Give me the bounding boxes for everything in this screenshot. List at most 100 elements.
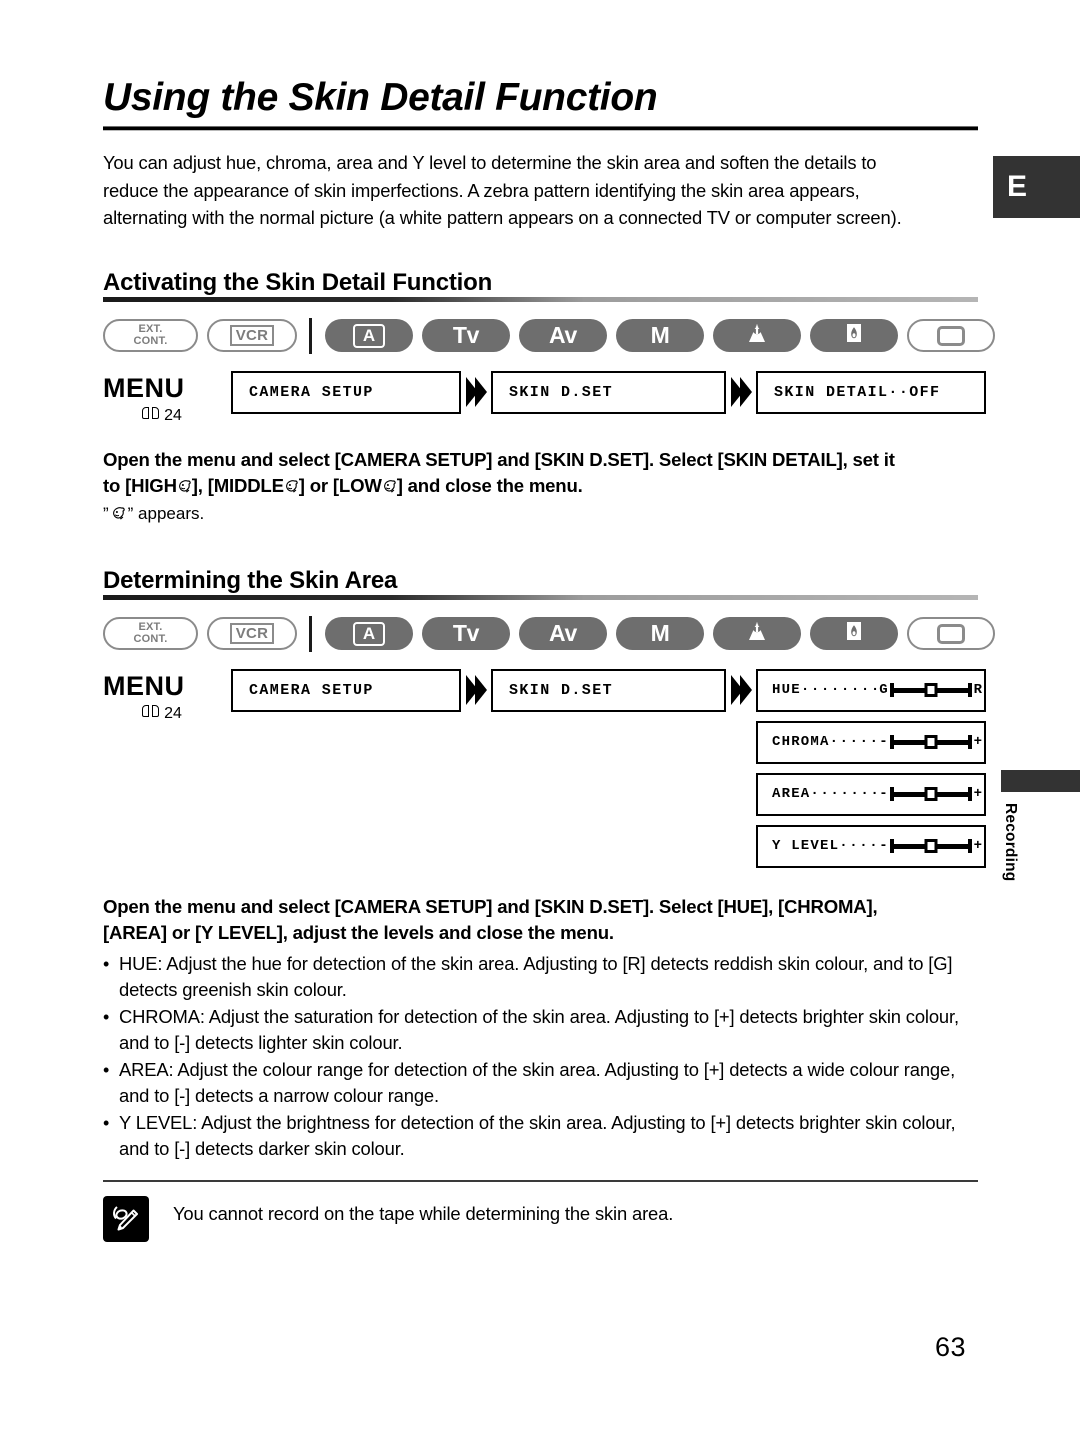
slider-knob[interactable]: [924, 683, 938, 698]
side-tab-recording: Recording: [1001, 770, 1080, 895]
section-2-heading: Determining the Skin Area: [103, 566, 398, 594]
mode-vcr[interactable]: VCR: [207, 319, 297, 353]
mode-tv-label: Tv: [452, 322, 480, 349]
list-item: • Y LEVEL: Adjust the brightness for det…: [103, 1109, 978, 1162]
slider-hue[interactable]: HUE ·········· G R: [756, 668, 986, 712]
mode-spotlight[interactable]: [713, 319, 801, 353]
mode-tv[interactable]: Tv: [422, 617, 510, 651]
slider-knob[interactable]: [924, 787, 938, 802]
mode-ext-cont-line2: CONT.: [133, 334, 168, 347]
menu-word-2: MENU: [103, 670, 185, 701]
bullet-marker: •: [103, 1112, 110, 1133]
slider-leader-dots: ·······: [829, 734, 878, 751]
slider-min-label: G: [879, 682, 888, 699]
manual-page: E Recording Using the Skin Detail Functi…: [0, 0, 1080, 1439]
menu-item-skin-dset-2[interactable]: SKIN D.SET: [491, 668, 726, 712]
appears-quote-open: ”: [103, 503, 109, 523]
mode-spotlight[interactable]: [713, 617, 801, 651]
slider-min-label: -: [879, 786, 888, 803]
menu-label-1: MENU 24: [103, 371, 231, 425]
menu-item-label: SKIN D.SET: [509, 681, 614, 699]
mode-manual-label: M: [650, 620, 670, 647]
mode-manual[interactable]: M: [616, 617, 704, 651]
mode-bar-1: EXT. CONT. VCR A Tv Av M: [103, 302, 995, 354]
mode-night[interactable]: [810, 617, 898, 651]
mode-card[interactable]: [907, 617, 995, 651]
menu-item-skin-dset-1[interactable]: SKIN D.SET: [491, 370, 726, 414]
mode-bar-2: EXT. CONT. VCR A Tv Av M: [103, 600, 995, 652]
intro-line-3: alternating with the normal picture (a w…: [103, 207, 902, 228]
mode-ext-cont-line2: CONT.: [133, 632, 168, 645]
slider-knob[interactable]: [924, 735, 938, 750]
menu-reference-1: 24: [103, 402, 231, 425]
mode-card[interactable]: [907, 319, 995, 353]
page-title: Using the Skin Detail Function: [103, 76, 658, 119]
appears-text: ” appears.: [127, 503, 205, 523]
slider-label: HUE: [772, 682, 801, 699]
mode-ext-cont[interactable]: EXT. CONT.: [103, 319, 198, 353]
mode-manual[interactable]: M: [616, 319, 704, 353]
menu-word-1: MENU: [103, 372, 185, 403]
menu-item-camera-setup-2[interactable]: CAMERA SETUP: [231, 668, 461, 712]
mode-bar-separator: [309, 615, 312, 652]
mode-ext-cont-line1: EXT.: [138, 323, 163, 336]
appears-note: ” ” appears.: [103, 499, 978, 524]
mode-tv-label: Tv: [452, 620, 480, 647]
mode-night[interactable]: [810, 319, 898, 353]
slider-y-level[interactable]: Y LEVEL ······ - +: [756, 824, 986, 868]
memo-pencil-icon: [103, 1195, 149, 1242]
bullet-marker: •: [103, 953, 110, 974]
mode-tv[interactable]: Tv: [422, 319, 510, 353]
mode-bar-separator: [309, 317, 312, 354]
flow-arrow-icon: [726, 371, 756, 414]
skin-parameter-list: HUE ·········· G R CHROMA ······· -: [756, 668, 986, 868]
menu-ref-page-2: 24: [164, 704, 182, 722]
flow-arrow-icon: [461, 371, 491, 414]
slider-knob[interactable]: [924, 839, 938, 854]
mode-av-label: Av: [549, 620, 577, 647]
slider-track[interactable]: [889, 682, 972, 698]
slider-area[interactable]: AREA ········· - +: [756, 772, 986, 816]
mode-av-label: Av: [549, 322, 577, 349]
mode-auto-label: A: [352, 621, 386, 646]
slider-min-label: -: [879, 734, 888, 751]
mode-auto[interactable]: A: [325, 617, 413, 651]
bullet-line-2: and to [-] detects lighter skin colour.: [119, 1031, 403, 1053]
slider-leader-dots: ·········: [810, 786, 877, 803]
slider-min-label: -: [879, 838, 888, 855]
bullet-marker: •: [103, 1059, 110, 1080]
instruction-2-line-2: [AREA] or [Y LEVEL], adjust the levels a…: [103, 921, 614, 943]
menu-flow-1: MENU 24 CAMERA SETUP SKIN D.SET SKIN DET…: [103, 354, 986, 425]
section-determining: Determining the Skin Area EXT. CONT. VCR…: [103, 524, 995, 1242]
note-text: You cannot record on the tape while dete…: [173, 1202, 674, 1224]
side-tab-bar: [1001, 770, 1080, 792]
parameter-descriptions: • HUE: Adjust the hue for detection of t…: [103, 946, 978, 1162]
flow-arrow-icon: [461, 669, 491, 712]
slider-leader-dots: ······: [839, 838, 877, 855]
slider-track[interactable]: [889, 734, 972, 750]
mode-vcr-label: VCR: [229, 325, 275, 347]
menu-item-label: SKIN DETAIL··OFF: [774, 383, 941, 401]
slider-chroma[interactable]: CHROMA ······· - +: [756, 720, 986, 764]
spotlight-icon: [746, 619, 768, 648]
mode-vcr-label: VCR: [229, 623, 275, 645]
slider-label: Y LEVEL: [772, 838, 840, 855]
menu-item-skin-detail-off[interactable]: SKIN DETAIL··OFF: [756, 370, 986, 414]
slider-track[interactable]: [889, 838, 972, 854]
instruction-2: Open the menu and select [CAMERA SETUP] …: [103, 868, 978, 946]
spotlight-icon: [746, 321, 768, 350]
section-activating: Activating the Skin Detail Function EXT.…: [103, 232, 995, 524]
section-1-heading: Activating the Skin Detail Function: [103, 268, 493, 296]
mode-ext-cont[interactable]: EXT. CONT.: [103, 617, 198, 651]
slider-label: CHROMA: [772, 734, 830, 751]
instruction-1-line-1: Open the menu and select [CAMERA SETUP] …: [103, 448, 895, 470]
instruction-1-line-2: to [HIGH], [MIDDLE] or [LOW] and close t…: [103, 473, 978, 499]
slider-max-label: R: [973, 682, 982, 699]
mode-auto[interactable]: A: [325, 319, 413, 353]
instruction-2-line-1: Open the menu and select [CAMERA SETUP] …: [103, 895, 878, 917]
mode-vcr[interactable]: VCR: [207, 617, 297, 651]
mode-av[interactable]: Av: [519, 617, 607, 651]
slider-track[interactable]: [889, 786, 972, 802]
mode-av[interactable]: Av: [519, 319, 607, 353]
menu-item-camera-setup-1[interactable]: CAMERA SETUP: [231, 370, 461, 414]
